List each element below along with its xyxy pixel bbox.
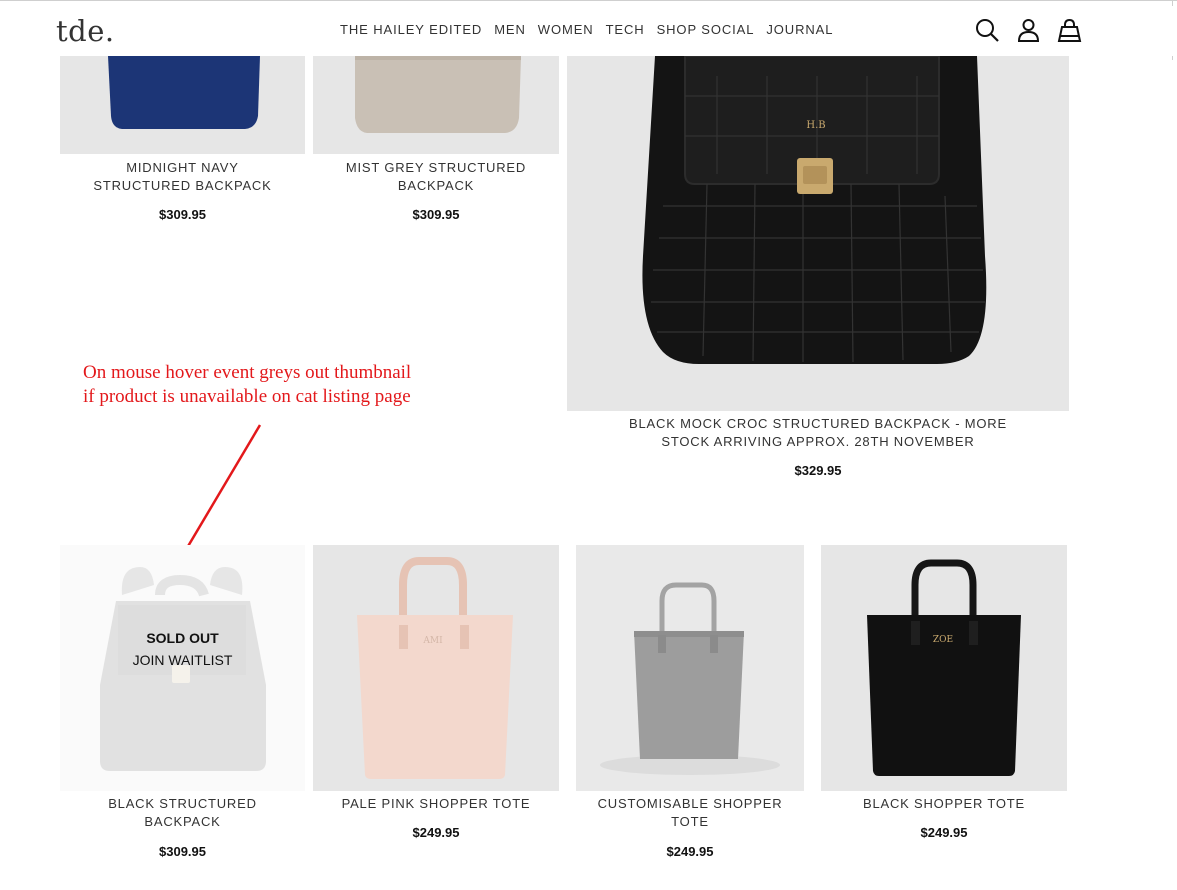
product-price: $309.95: [159, 207, 206, 222]
account-icon[interactable]: [1016, 18, 1041, 43]
product-price: $329.95: [794, 463, 842, 478]
product-price: $249.95: [412, 825, 460, 840]
product-title[interactable]: BLACK SHOPPER TOTE: [821, 795, 1067, 813]
nav-item-journal[interactable]: JOURNAL: [766, 22, 833, 37]
product-title[interactable]: MIDNIGHT NAVY STRUCTURED BACKPACK: [60, 159, 305, 195]
monogram-text: AMI: [422, 636, 443, 646]
product-thumbnail-mist-grey[interactable]: [313, 56, 559, 154]
header-icons: [975, 18, 1082, 43]
product-thumbnail-customisable-tote[interactable]: [576, 545, 804, 791]
product-title[interactable]: MIST GREY STRUCTURED BACKPACK: [313, 159, 559, 195]
search-icon[interactable]: [975, 18, 1000, 43]
nav-item-tech[interactable]: TECH: [606, 22, 645, 37]
product-title[interactable]: PALE PINK SHOPPER TOTE: [313, 795, 559, 813]
product-title[interactable]: BLACK STRUCTURED BACKPACK: [60, 795, 305, 831]
product-title[interactable]: BLACK MOCK CROC STRUCTURED BACKPACK - MO…: [567, 415, 1069, 451]
nav-item-men[interactable]: MEN: [494, 22, 526, 37]
sold-out-label: SOLD OUT: [146, 630, 219, 646]
product-thumbnail-black-structured[interactable]: SOLD OUT JOIN WAITLIST: [60, 545, 305, 791]
product-price: $309.95: [412, 207, 460, 222]
product-thumbnail-black-tote[interactable]: ZOE: [821, 545, 1067, 791]
product-price: $249.95: [666, 844, 714, 859]
product-price: $249.95: [920, 825, 968, 840]
bag-icon[interactable]: [1057, 18, 1082, 43]
nav-item-hailey-edited[interactable]: THE HAILEY EDITED: [340, 22, 482, 37]
product-thumbnail-midnight-navy[interactable]: [60, 56, 305, 154]
product-thumbnail-black-mock-croc[interactable]: H.B: [567, 56, 1069, 411]
product-price: $309.95: [159, 844, 206, 859]
main-nav: THE HAILEY EDITED MEN WOMEN TECH SHOP SO…: [340, 22, 833, 37]
nav-item-women[interactable]: WOMEN: [538, 22, 594, 37]
svg-text:H.B: H.B: [806, 120, 825, 131]
nav-item-shop-social[interactable]: SHOP SOCIAL: [657, 22, 755, 37]
monogram-text: ZOE: [933, 635, 953, 645]
join-waitlist-link[interactable]: JOIN WAITLIST: [60, 652, 305, 668]
product-thumbnail-pale-pink-tote[interactable]: AMI: [313, 545, 559, 791]
site-header: tde. THE HAILEY EDITED MEN WOMEN TECH SH…: [0, 6, 1177, 56]
brand-logo[interactable]: tde.: [56, 14, 115, 48]
annotation-note: On mouse hover event greys out thumbnail…: [83, 362, 412, 407]
sold-out-overlay[interactable]: SOLD OUT JOIN WAITLIST: [60, 545, 305, 791]
product-title[interactable]: CUSTOMISABLE SHOPPER TOTE: [576, 795, 804, 831]
